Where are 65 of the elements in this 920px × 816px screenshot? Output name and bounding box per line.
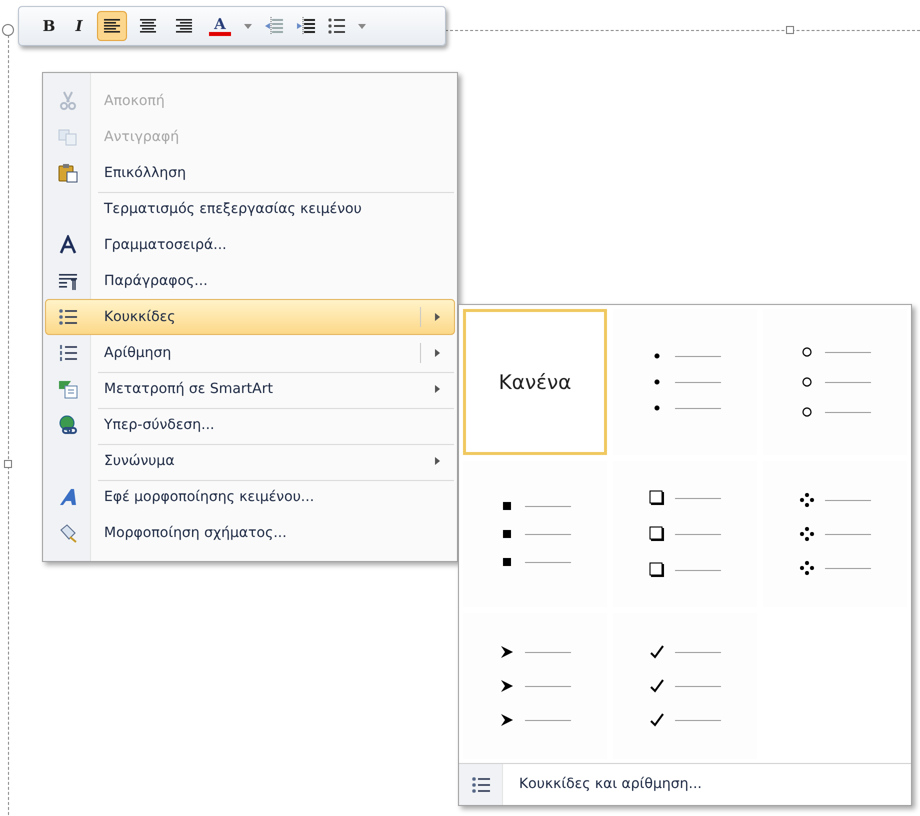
menu-item[interactable]: Αρίθμηση [45,335,455,371]
diamond-bullet-icon [800,493,814,507]
menu-item[interactable]: Παράγραφος... [45,263,455,299]
submenu-arrow-icon [435,313,440,321]
menu-item[interactable]: Τερματισμός επεξεργασίας κειμένου [45,191,455,227]
align-left-button[interactable] [97,11,127,41]
clipboard-icon [58,163,78,183]
submenu-arrow-icon [435,349,440,357]
bullet-list-icon [328,18,346,34]
copy-icon [58,127,78,147]
box-bullet-icon [649,562,665,578]
indent-icon [264,17,284,35]
dot-bullet-icon [654,353,660,359]
align-lines-icon [175,18,193,34]
circle-bullet-icon [802,377,812,387]
circle-bullet-icon [802,347,812,357]
wordart-icon [58,487,78,507]
font-color-button[interactable]: A [205,11,235,41]
caret-icon [244,24,252,28]
menu-item[interactable]: Υπερ-σύνδεση... [45,407,455,443]
paragraph-icon [58,271,78,291]
square-bullet-icon [503,558,511,566]
submenu-arrow-icon [435,385,440,393]
menu-item[interactable]: Κουκκίδες [45,299,455,335]
menu-item[interactable]: Εφέ μορφοποίησης κειμένου... [45,479,455,515]
square-bullet-icon [503,502,511,510]
align-lines-icon [139,18,157,34]
smartart-icon [58,379,78,399]
rotation-handle[interactable] [2,24,14,36]
bullet-style-option[interactable]: Κανένα [463,309,607,455]
check-bullet-icon [650,679,664,693]
check-bullet-icon [650,713,664,727]
menu-item[interactable]: Γραμματοσειρά... [45,227,455,263]
bullet-list-icon [470,774,490,794]
indent-icon [296,17,316,35]
box-bullet-icon [649,490,665,506]
align-lines-icon [103,18,121,34]
resize-handle[interactable] [786,26,794,34]
square-bullet-icon [503,530,511,538]
scissors-icon [58,91,78,111]
circle-bullet-icon [802,407,812,417]
dot-bullet-icon [654,405,660,411]
diamond-bullet-icon [800,527,814,541]
bullets-and-numbering-item[interactable]: Κουκκίδες και αρίθμηση... [459,763,911,805]
arrowhead-bullet-icon [500,645,514,659]
letter-a-icon [58,235,78,255]
arrowhead-bullet-icon [500,713,514,727]
globe-link-icon [58,415,78,435]
arrowhead-bullet-icon [500,679,514,693]
dot-bullet-icon [654,379,660,385]
box-bullet-icon [649,526,665,542]
bold-button[interactable]: B [37,11,61,41]
diamond-bullet-icon [800,561,814,575]
menu-item[interactable]: Μετατροπή σε SmartArt [45,371,455,407]
numbered-list-icon [58,343,78,363]
caret-icon [358,24,366,28]
menu-item[interactable]: Συνώνυμα [45,443,455,479]
resize-handle[interactable] [4,460,12,468]
bullet-list-icon [58,307,78,327]
submenu-arrow-icon [435,457,440,465]
menu-item[interactable]: Μορφοποίηση σχήματος... [45,515,455,551]
menu-item[interactable]: Επικόλληση [45,155,455,191]
italic-button[interactable]: I [67,11,91,41]
check-bullet-icon [650,645,664,659]
paint-bucket-icon [58,523,78,543]
